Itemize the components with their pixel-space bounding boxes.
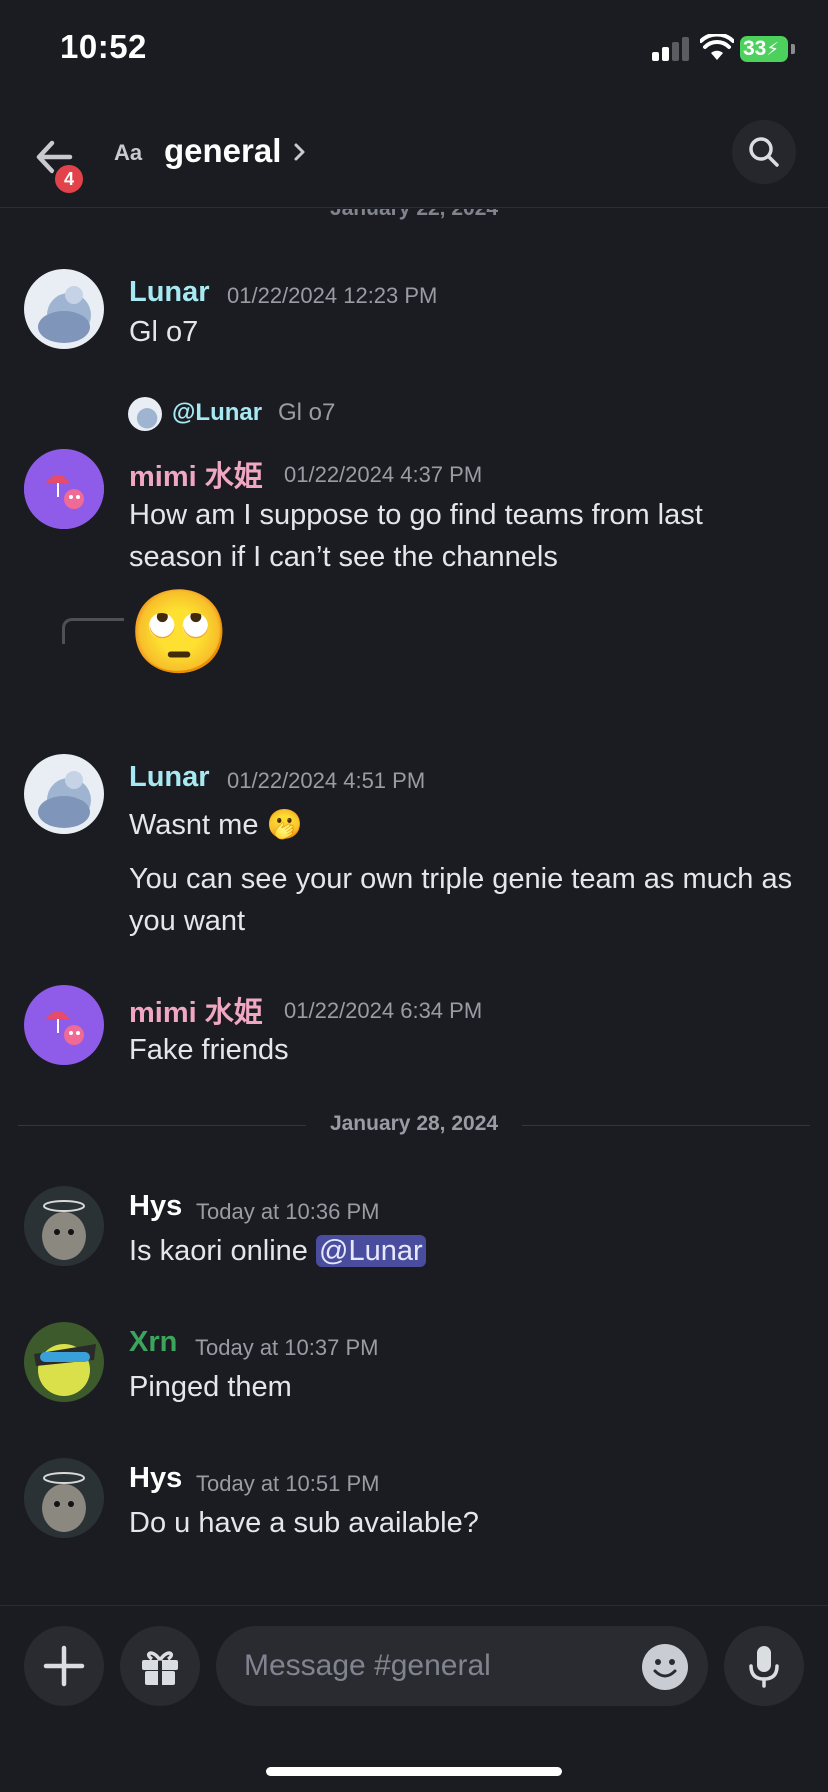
status-time: 10:52	[60, 28, 147, 65]
message-timestamp: 01/22/2024 6:34 PM	[284, 998, 483, 1023]
message-text-content: Is kaori online	[129, 1235, 308, 1267]
reply-avatar	[128, 397, 162, 431]
channel-title[interactable]: general	[164, 132, 281, 170]
date-divider-label: January 28, 2024	[329, 1112, 499, 1135]
reply-connector	[62, 618, 124, 644]
avatar[interactable]	[24, 449, 104, 529]
message-author[interactable]: Xrn	[129, 1326, 177, 1359]
message-author[interactable]: Hys	[129, 1190, 182, 1223]
message-timestamp: 01/22/2024 4:51 PM	[227, 768, 426, 793]
avatar[interactable]	[24, 269, 104, 349]
avatar[interactable]	[24, 1322, 104, 1402]
gift-button[interactable]	[120, 1626, 200, 1706]
battery-indicator: 33⚡	[740, 36, 795, 62]
date-separator: January 22, 2024	[0, 209, 828, 221]
channel-header: 4 Aa general	[0, 100, 828, 208]
message-text: How am I suppose to go find teams from l…	[129, 499, 703, 573]
reply-snippet: Gl o7	[278, 399, 336, 426]
microphone-icon	[749, 1646, 779, 1688]
smile-icon[interactable]	[642, 1644, 688, 1690]
message-timestamp: 01/22/2024 12:23 PM	[227, 283, 438, 308]
avatar[interactable]	[24, 985, 104, 1065]
date-divider: January 28, 2024	[18, 1105, 810, 1145]
avatar[interactable]	[24, 754, 104, 834]
cellular-signal-icon	[652, 37, 692, 61]
avatar[interactable]	[24, 1458, 104, 1538]
battery-level: 33	[743, 37, 767, 60]
message-timestamp: Today at 10:37 PM	[195, 1335, 379, 1360]
chevron-right-icon[interactable]	[290, 140, 310, 164]
search-button[interactable]	[732, 120, 796, 184]
status-bar: 10:52 33⚡	[0, 0, 828, 100]
reply-mention: @Lunar	[172, 399, 263, 426]
message-text: Fake friends	[129, 1034, 289, 1066]
message-text: Wasnt me 🫢	[129, 809, 303, 841]
message-author[interactable]: Lunar	[129, 276, 210, 309]
message-timestamp: 01/22/2024 4:37 PM	[284, 462, 483, 487]
message-text: You can see your own triple genie team a…	[129, 863, 793, 937]
message-author[interactable]: Hys	[129, 1462, 182, 1495]
avatar[interactable]	[24, 1186, 104, 1266]
plus-icon	[43, 1645, 85, 1687]
big-emoji: 🙄	[128, 587, 231, 678]
add-attachment-button[interactable]	[24, 1626, 104, 1706]
message-timestamp: Today at 10:36 PM	[196, 1199, 380, 1224]
message-author[interactable]: Lunar	[129, 761, 210, 794]
text-size-icon: Aa	[114, 140, 143, 165]
user-mention[interactable]: @Lunar	[316, 1235, 426, 1267]
message-composer	[0, 1605, 828, 1792]
message-text: Gl o7	[129, 316, 199, 348]
unread-badge: 4	[52, 162, 86, 196]
message-text: Do u have a sub available?	[129, 1507, 479, 1539]
message-author[interactable]: mimi 水姫	[129, 453, 263, 495]
search-icon	[749, 137, 779, 167]
home-indicator[interactable]	[266, 1767, 562, 1776]
message-input[interactable]	[216, 1626, 708, 1706]
voice-message-button[interactable]	[724, 1626, 804, 1706]
gift-icon	[142, 1651, 178, 1685]
message-timestamp: Today at 10:51 PM	[196, 1471, 380, 1496]
message-author[interactable]: mimi 水姫	[129, 989, 263, 1031]
reply-preview[interactable]: @Lunar Gl o7	[128, 395, 528, 431]
message-text: Is kaori online @Lunar	[129, 1230, 799, 1272]
message-text: Pinged them	[129, 1371, 292, 1403]
message-feed[interactable]: January 22, 2024 Lunar 01/22/2024 12:23 …	[0, 209, 828, 1605]
wifi-icon	[700, 34, 734, 60]
